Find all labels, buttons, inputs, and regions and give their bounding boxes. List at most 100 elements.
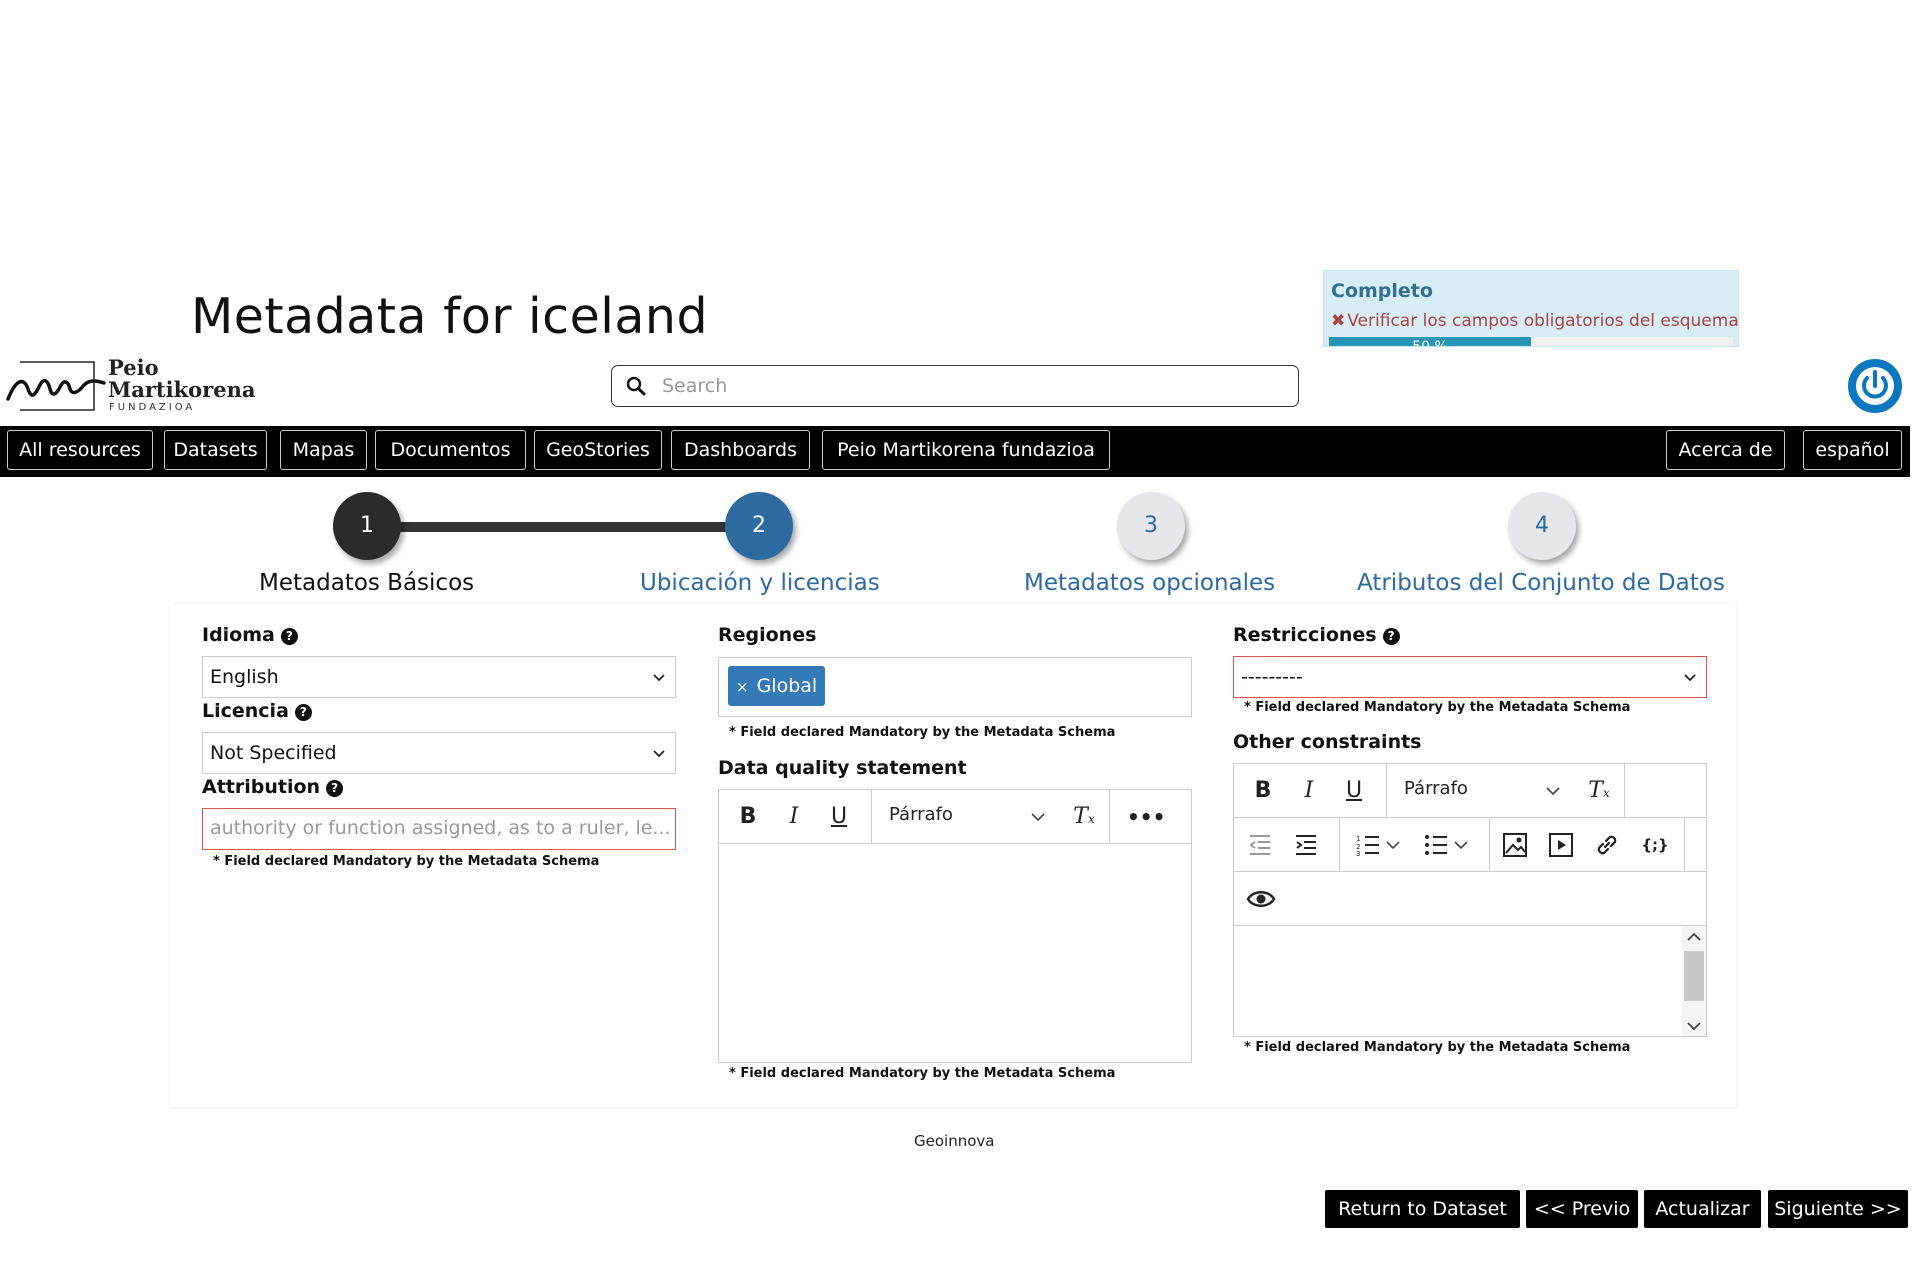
help-icon[interactable]: ?: [326, 780, 344, 797]
indent-icon[interactable]: [1294, 834, 1318, 856]
progress-bar-fill: 50 %: [1329, 337, 1531, 347]
regiones-multiselect[interactable]: × Global: [718, 657, 1192, 717]
editor-toolbar: B I U Párrafo Tx •••: [719, 790, 1191, 844]
progress-panel: Completo ✖ Verificar los campos obligator…: [1323, 270, 1739, 347]
chevron-down-icon: [1031, 813, 1045, 822]
underline-icon[interactable]: U: [1337, 774, 1371, 808]
attribution-input[interactable]: authority or function assigned, as to a …: [202, 808, 676, 850]
chevron-down-icon[interactable]: [1454, 840, 1468, 850]
licencia-label: Licencia?: [202, 700, 312, 722]
brand-name-line3: FUNDAZIOA: [109, 402, 196, 413]
editor-toolbar-row-1: B I U Párrafo Tx: [1234, 764, 1706, 818]
restricciones-value: ---------: [1241, 666, 1303, 688]
restricciones-label: Restricciones?: [1233, 624, 1400, 646]
error-x-icon: ✖: [1331, 311, 1346, 331]
underline-icon[interactable]: U: [822, 800, 856, 834]
paragraph-format-select[interactable]: Párrafo: [889, 804, 953, 825]
step-3-label[interactable]: Metadatos opcionales: [1024, 570, 1275, 596]
update-button[interactable]: Actualizar: [1644, 1190, 1761, 1228]
search-input[interactable]: [662, 371, 1282, 401]
step-1-label[interactable]: Metadatos Básicos: [259, 570, 474, 596]
chevron-down-icon[interactable]: [1386, 840, 1400, 850]
italic-icon[interactable]: I: [1292, 774, 1326, 808]
nav-dashboards[interactable]: Dashboards: [671, 430, 810, 470]
progress-warning[interactable]: ✖ Verificar los campos obligatorios del e…: [1331, 311, 1739, 331]
more-options-icon[interactable]: •••: [1127, 800, 1165, 834]
return-to-dataset-button[interactable]: Return to Dataset: [1325, 1190, 1520, 1228]
page-title: Metadata for iceland: [191, 288, 709, 345]
scroll-thumb[interactable]: [1684, 951, 1704, 1001]
preview-eye-icon[interactable]: [1246, 887, 1276, 911]
other-constraints-label: Other constraints: [1233, 731, 1422, 753]
user-menu-button[interactable]: [1848, 359, 1902, 413]
search-icon[interactable]: [626, 376, 646, 396]
licencia-select[interactable]: Not Specified: [202, 732, 676, 774]
step-1-circle[interactable]: 1: [333, 492, 401, 560]
paragraph-format-select[interactable]: Párrafo: [1404, 778, 1468, 799]
insert-video-icon[interactable]: [1548, 832, 1574, 858]
progress-percent: 50 %: [1412, 339, 1448, 347]
search-box[interactable]: [611, 365, 1299, 407]
data-quality-textarea[interactable]: [719, 845, 1191, 1062]
italic-icon[interactable]: I: [777, 800, 811, 834]
scroll-down-icon[interactable]: [1687, 1021, 1701, 1031]
nav-all-resources[interactable]: All resources: [7, 430, 153, 470]
licencia-value: Not Specified: [210, 742, 337, 764]
nav-datasets[interactable]: Datasets: [164, 430, 267, 470]
step-2-label[interactable]: Ubicación y licencias: [640, 570, 880, 596]
stepper-progress-line: [367, 522, 726, 532]
mandatory-note: * Field declared Mandatory by the Metada…: [1244, 700, 1631, 715]
idioma-select[interactable]: English: [202, 656, 676, 698]
numbered-list-icon[interactable]: 123: [1356, 834, 1380, 856]
chevron-down-icon: [653, 674, 665, 682]
progress-bar: 50 %: [1329, 337, 1733, 347]
source-code-icon[interactable]: {;}: [1638, 828, 1672, 862]
insert-link-icon[interactable]: [1594, 832, 1620, 858]
bulleted-list-icon[interactable]: [1424, 834, 1448, 856]
language-selector[interactable]: español: [1803, 430, 1902, 470]
other-constraints-textarea[interactable]: [1234, 927, 1684, 1036]
nav-documentos[interactable]: Documentos: [375, 430, 526, 470]
editor-toolbar-row-2: 123 {;}: [1234, 818, 1706, 872]
help-icon[interactable]: ?: [1382, 628, 1400, 645]
attribution-label: Attribution?: [202, 776, 344, 798]
mandatory-note: * Field declared Mandatory by the Metada…: [213, 854, 600, 869]
remove-tag-icon[interactable]: ×: [736, 678, 749, 696]
idioma-label: Idioma?: [202, 624, 298, 646]
main-navbar: All resources Datasets Mapas Documentos …: [0, 426, 1910, 477]
outdent-icon[interactable]: [1248, 834, 1272, 856]
step-4-label[interactable]: Atributos del Conjunto de Datos: [1357, 570, 1725, 596]
svg-text:3: 3: [1356, 850, 1360, 856]
next-button[interactable]: Siguiente >>: [1768, 1190, 1908, 1228]
help-icon[interactable]: ?: [280, 628, 298, 645]
other-constraints-editor: B I U Párrafo Tx 123 {;}: [1233, 763, 1707, 1037]
help-icon[interactable]: ?: [294, 704, 312, 721]
footer-text: Geoinnova: [914, 1132, 995, 1150]
step-3-circle[interactable]: 3: [1117, 492, 1185, 560]
clear-format-icon[interactable]: Tx: [1067, 800, 1101, 834]
previous-button[interactable]: << Previo: [1526, 1190, 1638, 1228]
nav-peio-martikorena-fundazioa[interactable]: Peio Martikorena fundazioa: [822, 430, 1110, 470]
idioma-value: English: [210, 666, 279, 688]
clear-format-icon[interactable]: Tx: [1582, 774, 1616, 808]
nav-geostories[interactable]: GeoStories: [534, 430, 662, 470]
bold-icon[interactable]: B: [1246, 774, 1280, 808]
scroll-up-icon[interactable]: [1687, 932, 1701, 942]
power-icon: [1856, 367, 1894, 405]
chevron-down-icon: [1684, 674, 1696, 682]
insert-image-icon[interactable]: [1502, 832, 1528, 858]
step-2-circle[interactable]: 2: [725, 492, 793, 560]
editor-toolbar-row-3: [1234, 872, 1706, 926]
restricciones-select[interactable]: ---------: [1233, 656, 1707, 698]
nav-mapas[interactable]: Mapas: [280, 430, 367, 470]
editor-scrollbar[interactable]: [1682, 927, 1706, 1036]
bold-icon[interactable]: B: [731, 800, 765, 834]
chevron-down-icon: [1546, 787, 1560, 796]
nav-about[interactable]: Acerca de: [1666, 430, 1785, 470]
region-tag[interactable]: × Global: [728, 666, 826, 706]
progress-warning-text: Verificar los campos obligatorios del es…: [1347, 311, 1739, 331]
region-tag-label: Global: [756, 675, 818, 697]
mandatory-note: * Field declared Mandatory by the Metada…: [729, 725, 1116, 740]
brand-logo[interactable]: Peio Martikorena FUNDAZIOA: [6, 355, 255, 415]
step-4-circle[interactable]: 4: [1508, 492, 1576, 560]
